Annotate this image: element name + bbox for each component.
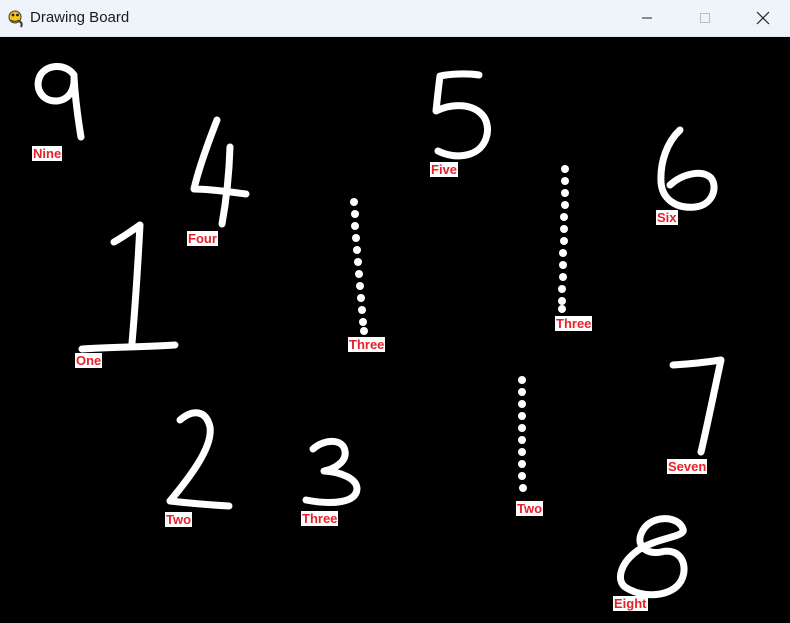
handwritten-strokes: [34, 63, 725, 599]
digit-one-stroke: [110, 221, 144, 347]
label-two-a: Two: [165, 512, 193, 527]
dotted-one-c: [518, 376, 527, 492]
label-one: One: [75, 353, 103, 368]
window-title: Drawing Board: [30, 9, 130, 26]
close-button[interactable]: [740, 0, 786, 36]
dotted-one-b: [558, 165, 569, 313]
pygame-snake-icon: [6, 8, 26, 28]
digit-three-stroke: [302, 437, 361, 506]
close-icon: [756, 11, 770, 25]
label-four: Four: [187, 231, 218, 246]
digit-nine-stroke: [34, 63, 85, 141]
label-two-b: Two: [516, 501, 544, 516]
label-five: Five: [430, 162, 459, 177]
label-seven: Seven: [667, 459, 708, 474]
minimize-button[interactable]: [624, 0, 670, 36]
maximize-button[interactable]: [682, 0, 728, 36]
label-eight: Eight: [613, 596, 648, 611]
dotted-one-a: [350, 198, 368, 335]
title-bar[interactable]: Drawing Board: [0, 0, 790, 37]
digit-seven-stroke: [669, 356, 725, 456]
digit-one-base: [78, 341, 179, 353]
minimize-icon: [641, 12, 653, 24]
label-three-a: Three: [348, 337, 386, 352]
label-three-b: Three: [555, 316, 593, 331]
drawing-canvas[interactable]: Nine Four One Five Three Three Six Seven…: [0, 37, 790, 623]
digit-four-stroke: [190, 116, 250, 198]
digit-eight-stroke: [617, 515, 688, 599]
digit-four-stroke-2: [218, 143, 234, 228]
label-three-c: Three: [301, 511, 339, 526]
digit-six-stroke: [657, 126, 718, 211]
maximize-icon: [699, 12, 711, 24]
label-six: Six: [656, 210, 678, 225]
digit-two-stroke: [166, 409, 233, 510]
drawing-board-window: Drawing Board Nine Four One Five Three T…: [0, 0, 790, 623]
label-nine: Nine: [32, 146, 63, 161]
digit-five-stroke: [432, 70, 491, 160]
